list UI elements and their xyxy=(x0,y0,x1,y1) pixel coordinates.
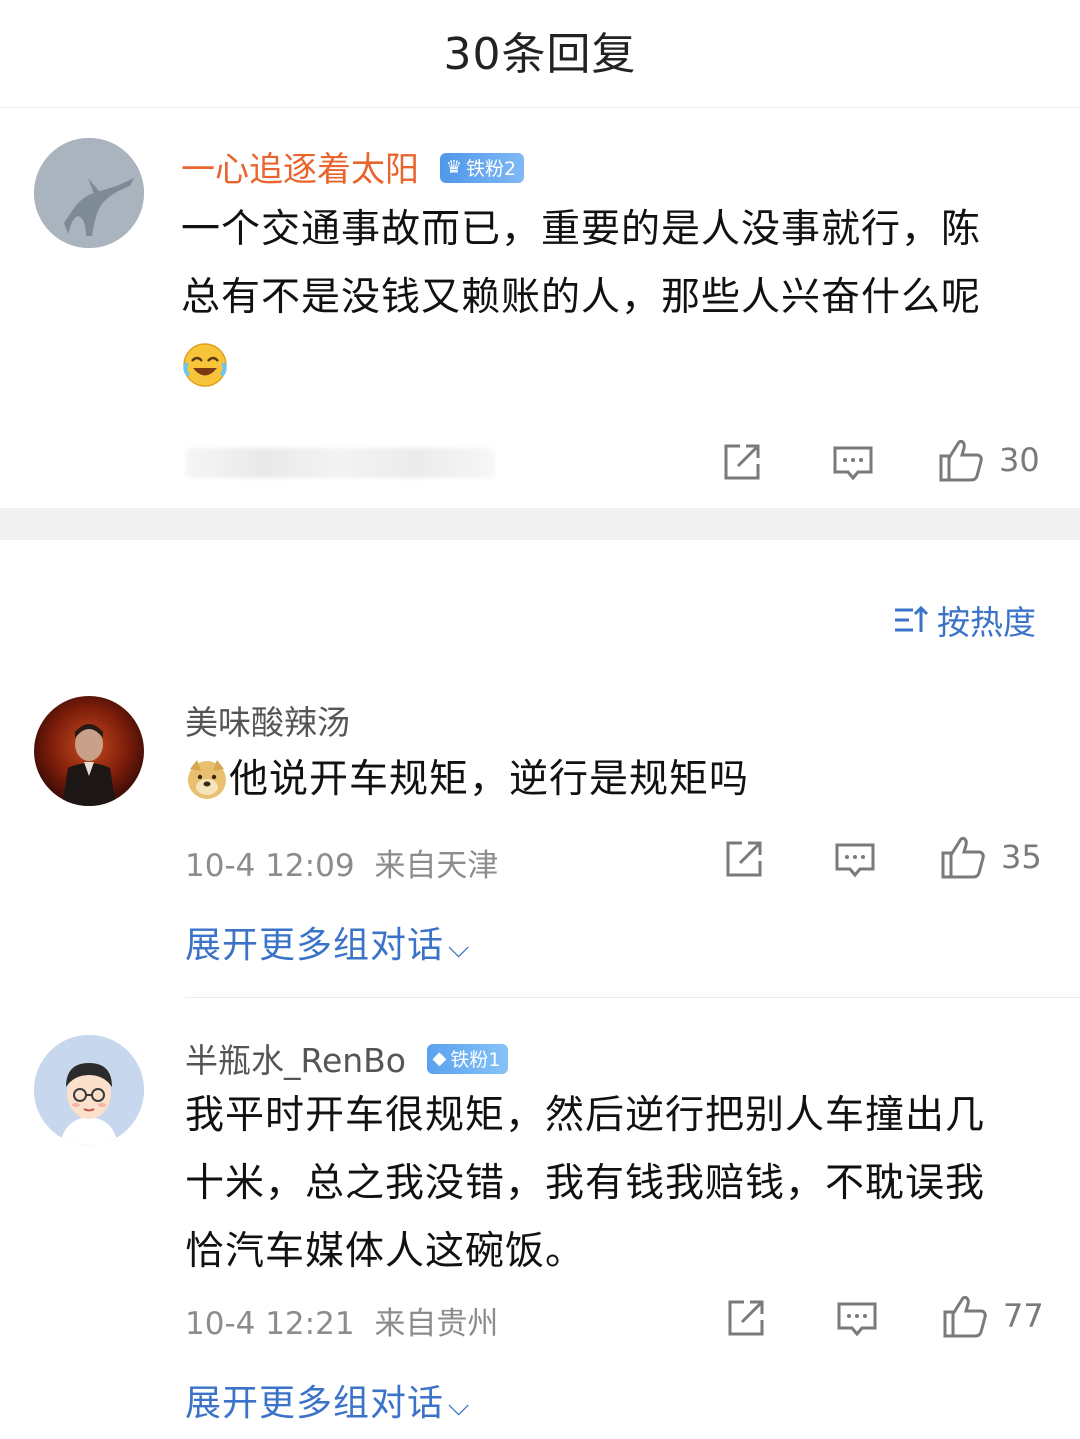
comment-meta: 10-4 12:21 来自贵州 xyxy=(185,1298,498,1343)
chevron-down-icon: ⌵ xyxy=(448,1389,471,1422)
section-divider xyxy=(0,508,1080,540)
comment-line3: 恰汽车媒体人这碗饭。 xyxy=(185,1229,586,1274)
root-comment-line2: 总有不是没钱又赖账的人，那些人兴奋什么呢 xyxy=(181,275,982,320)
like-button[interactable]: 35 xyxy=(939,833,1042,881)
blurred-meta xyxy=(185,448,495,478)
like-button[interactable]: 30 xyxy=(937,436,1040,484)
expand-conversation-link[interactable]: 展开更多组对话 ⌵ xyxy=(185,916,470,968)
root-username[interactable]: 一心追逐着太阳 ♛ 铁粉2 xyxy=(181,142,525,191)
share-button[interactable] xyxy=(720,440,764,484)
avatar[interactable] xyxy=(34,1035,144,1145)
doge-emoji-icon xyxy=(188,759,226,799)
comment-icon xyxy=(835,843,875,878)
comment-button[interactable] xyxy=(833,837,877,881)
comment-meta: 10-4 12:09 来自天津 xyxy=(185,840,498,885)
comment-time: 10-4 12:09 xyxy=(185,848,355,884)
expand-conversation-link[interactable]: 展开更多组对话 ⌵ xyxy=(185,1374,470,1426)
expand-label: 展开更多组对话 xyxy=(185,1383,445,1424)
page-title: 30条回复 xyxy=(443,29,637,80)
comment-button[interactable] xyxy=(831,440,875,484)
comment-location: 来自天津 xyxy=(374,848,499,884)
avatar[interactable] xyxy=(34,138,144,248)
share-button[interactable] xyxy=(722,837,766,881)
share-icon xyxy=(726,841,762,877)
crown-icon: ♛ xyxy=(445,157,462,178)
comment-username: 半瓶水_RenBo xyxy=(185,1041,406,1080)
root-comment-line1: 一个交通事故而已，重要的是人没事就行，陈 xyxy=(181,207,982,252)
thumbs-up-icon xyxy=(941,837,985,879)
comment-text: 他说开车规矩，逆行是规矩吗 xyxy=(185,746,1055,814)
fan-badge-label: 铁粉2 xyxy=(465,158,517,180)
share-button[interactable] xyxy=(724,1296,768,1340)
sort-icon xyxy=(895,605,929,632)
like-count: 77 xyxy=(1003,1297,1044,1335)
fan-badge: ◆ 铁粉1 xyxy=(426,1043,509,1074)
chevron-down-icon: ⌵ xyxy=(448,931,471,964)
comment-location: 来自贵州 xyxy=(374,1306,499,1342)
thumbs-up-icon xyxy=(939,440,983,482)
laugh-cry-emoji-icon xyxy=(181,332,1051,400)
comment-username[interactable]: 美味酸辣汤 xyxy=(185,696,350,744)
comment-text-content: 他说开车规矩，逆行是规矩吗 xyxy=(229,757,750,802)
comment-line2: 十米，总之我没错，我有钱我赔钱，不耽误我 xyxy=(185,1161,986,1206)
thumbs-up-icon xyxy=(943,1296,987,1338)
comment-text: 我平时开车很规矩，然后逆行把别人车撞出几 十米，总之我没错，我有钱我赔钱，不耽误… xyxy=(185,1082,1065,1286)
fan-badge-label: 铁粉1 xyxy=(450,1049,501,1071)
like-count: 30 xyxy=(999,441,1040,479)
comment-divider xyxy=(185,997,1080,998)
comment-icon xyxy=(833,446,873,481)
like-button[interactable]: 77 xyxy=(941,1292,1044,1340)
share-icon xyxy=(728,1300,764,1336)
diamond-icon: ◆ xyxy=(432,1048,447,1069)
fan-badge: ♛ 铁粉2 xyxy=(439,152,525,183)
comment-username-row[interactable]: 半瓶水_RenBo ◆ 铁粉1 xyxy=(185,1034,509,1082)
comment-time: 10-4 12:21 xyxy=(185,1306,355,1342)
root-comment-text: 一个交通事故而已，重要的是人没事就行，陈 总有不是没钱又赖账的人，那些人兴奋什么… xyxy=(181,196,1051,400)
expand-label: 展开更多组对话 xyxy=(185,925,445,966)
avatar[interactable] xyxy=(34,696,144,806)
comment-button[interactable] xyxy=(835,1296,879,1340)
root-username-text: 一心追逐着太阳 xyxy=(181,150,419,190)
comment-icon xyxy=(837,1302,877,1337)
share-icon xyxy=(724,444,760,480)
sort-label: 按热度 xyxy=(937,603,1036,642)
comment-line1: 我平时开车很规矩，然后逆行把别人车撞出几 xyxy=(185,1093,986,1138)
like-count: 35 xyxy=(1001,838,1042,876)
header-bar: 30条回复 xyxy=(0,0,1080,108)
sort-by-hot-button[interactable]: 按热度 xyxy=(893,596,1036,644)
